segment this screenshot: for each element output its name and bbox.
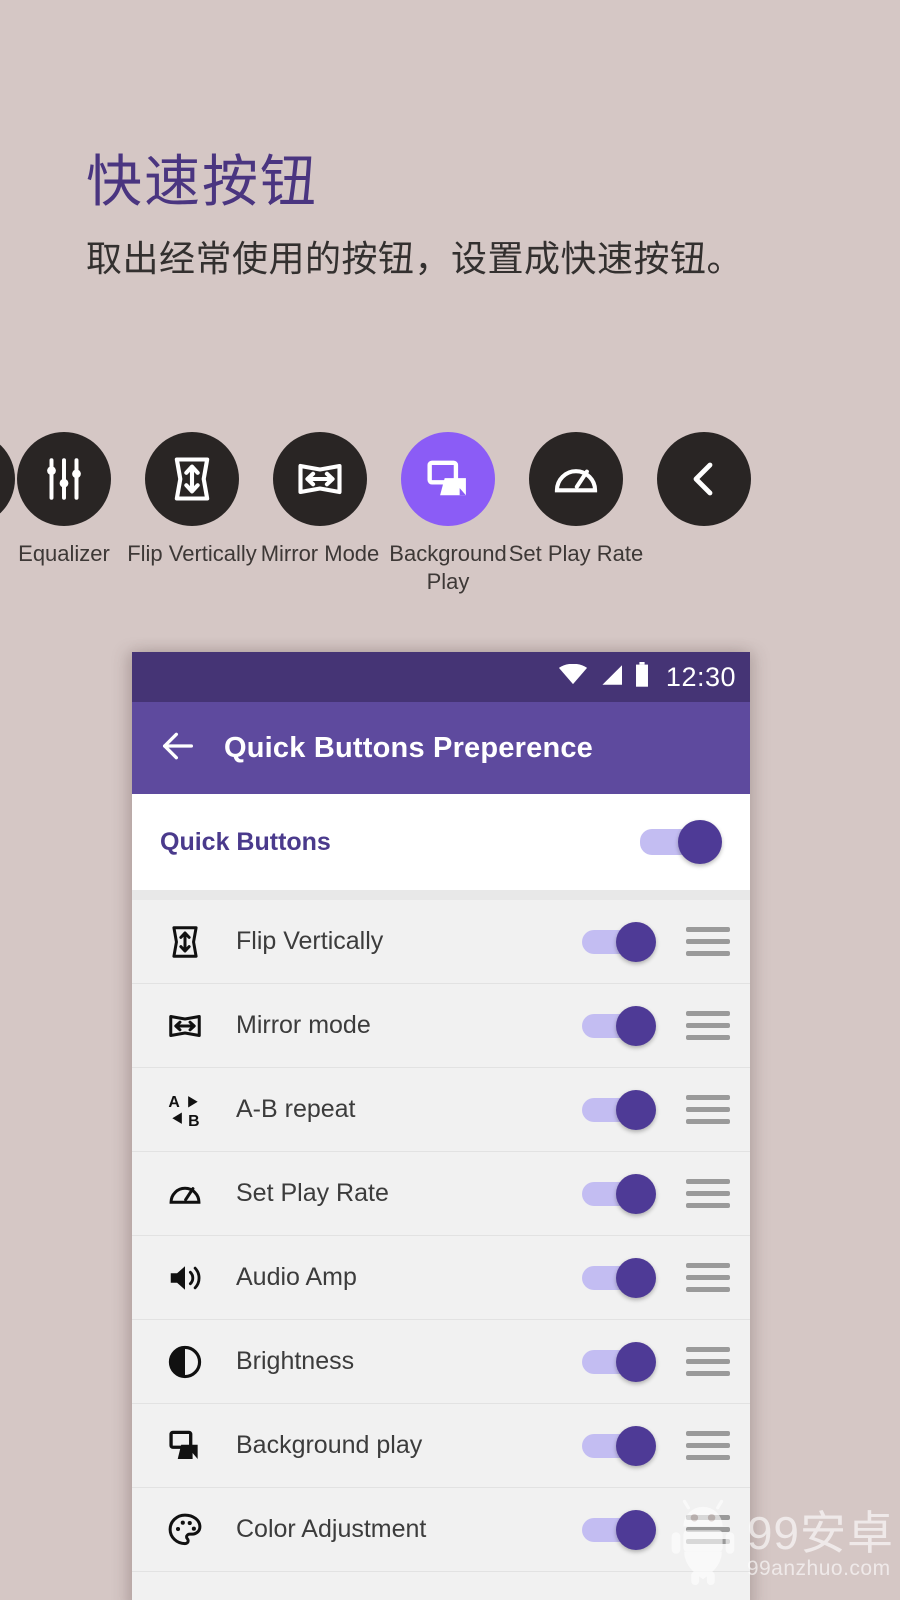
- quick-icon-label: Set Play Rate: [508, 541, 644, 566]
- table-row[interactable]: A B A-B repeat: [132, 1068, 750, 1152]
- flip-vertically-icon: [160, 923, 210, 961]
- toggle-thumb: [616, 1173, 656, 1214]
- phone-screenshot: 12:30 Quick Buttons Preperence Quick But…: [132, 652, 750, 1600]
- toggle-thumb: [616, 1509, 656, 1550]
- background-play-icon: [401, 432, 495, 526]
- row-label: Flip Vertically: [236, 927, 384, 955]
- drag-handle-icon[interactable]: [686, 927, 730, 956]
- quick-icon-strip: ner Equalizer: [0, 432, 900, 602]
- row-toggle[interactable]: [582, 1257, 658, 1298]
- svg-text:A: A: [168, 1093, 180, 1110]
- row-toggle[interactable]: [582, 921, 658, 962]
- color-adjustment-icon: [160, 1511, 210, 1549]
- watermark-title: 99安卓: [746, 1506, 894, 1559]
- svg-text:B: B: [188, 1112, 199, 1128]
- background-play-icon: [160, 1427, 210, 1465]
- toggle-thumb: [616, 1257, 656, 1298]
- screenshot-root: 快速按钮 取出经常使用的按钮，设置成快速按钮。 ner Equal: [0, 0, 900, 1600]
- quick-icon-label: Equalizer: [18, 541, 110, 566]
- row-label: A-B repeat: [236, 1095, 356, 1123]
- row-toggle[interactable]: [582, 1173, 658, 1214]
- flip-vertically-icon: [145, 432, 239, 526]
- table-row[interactable]: Audio Amp: [132, 1236, 750, 1320]
- back-arrow-icon: [158, 726, 198, 771]
- page-title: 快速按钮: [86, 150, 318, 213]
- quick-icon-label: Background Play: [389, 541, 507, 594]
- row-toggle[interactable]: [582, 1509, 658, 1550]
- app-bar-title: Quick Buttons Preperence: [224, 731, 594, 764]
- mirror-mode-icon: [160, 1007, 210, 1045]
- watermark-text: 99安卓 99anzhuo.com: [747, 1509, 894, 1581]
- set-play-rate-icon: [529, 432, 623, 526]
- toggle-thumb: [616, 1341, 656, 1382]
- table-row[interactable]: Flip Vertically: [132, 900, 750, 984]
- table-row[interactable]: Mirror mode: [132, 984, 750, 1068]
- quick-buttons-master-row[interactable]: Quick Buttons: [132, 794, 750, 890]
- status-bar-time: 12:30: [665, 661, 736, 692]
- android-robot-icon: [667, 1499, 739, 1590]
- row-label: Color Adjustment: [236, 1515, 427, 1543]
- row-label: Background play: [236, 1431, 423, 1459]
- quick-buttons-master-toggle[interactable]: [640, 820, 724, 864]
- row-label: Set Play Rate: [236, 1179, 389, 1207]
- drag-handle-icon[interactable]: [686, 1011, 730, 1040]
- brightness-icon: [160, 1343, 210, 1381]
- quick-icon-mirror-mode[interactable]: Mirror Mode: [256, 432, 384, 568]
- row-label: Brightness: [236, 1347, 355, 1375]
- drag-handle-icon[interactable]: [686, 1263, 730, 1292]
- toggle-thumb: [616, 1089, 656, 1130]
- signal-icon: [598, 664, 624, 691]
- quick-icon-label: Mirror Mode: [260, 541, 380, 566]
- toggle-thumb: [616, 921, 656, 962]
- set-play-rate-icon: [160, 1175, 210, 1213]
- list-divider: [132, 890, 750, 900]
- row-label: Mirror mode: [236, 1011, 371, 1039]
- quick-buttons-master-label: Quick Buttons: [160, 827, 331, 856]
- app-bar: Quick Buttons Preperence: [132, 702, 750, 794]
- equalizer-icon: [17, 432, 111, 526]
- ab-repeat-icon: A B: [160, 1091, 210, 1128]
- drag-handle-icon[interactable]: [686, 1179, 730, 1208]
- toggle-thumb: [616, 1005, 656, 1046]
- back-button[interactable]: [132, 702, 224, 794]
- quick-icon-set-play-rate[interactable]: Set Play Rate: [509, 432, 643, 568]
- audio-amp-icon: [160, 1259, 210, 1297]
- table-row[interactable]: Color Adjustment: [132, 1488, 750, 1572]
- table-row[interactable]: Background play: [132, 1404, 750, 1488]
- row-label: Audio Amp: [236, 1263, 357, 1291]
- row-toggle[interactable]: [582, 1425, 658, 1466]
- drag-handle-icon[interactable]: [686, 1347, 730, 1376]
- wifi-icon: [558, 663, 588, 691]
- table-row[interactable]: Brightness: [132, 1320, 750, 1404]
- battery-icon: [634, 661, 650, 693]
- chevron-left-icon: [657, 432, 751, 526]
- table-row[interactable]: Set Play Rate: [132, 1152, 750, 1236]
- page-subtitle: 取出经常使用的按钮，设置成快速按钮。: [86, 238, 744, 279]
- quick-icon-background-play[interactable]: Background Play: [384, 432, 512, 596]
- row-toggle[interactable]: [582, 1341, 658, 1382]
- toggle-thumb: [616, 1425, 656, 1466]
- row-toggle[interactable]: [582, 1005, 658, 1046]
- drag-handle-icon[interactable]: [686, 1095, 730, 1124]
- watermark: 99安卓 99anzhuo.com: [667, 1499, 894, 1590]
- drag-handle-icon[interactable]: [686, 1431, 730, 1460]
- toggle-thumb: [678, 820, 722, 864]
- status-bar: 12:30: [132, 652, 750, 702]
- quick-icon-collapse[interactable]: [640, 432, 768, 540]
- quick-icon-flip-vertically[interactable]: Flip Vertically: [127, 432, 257, 568]
- row-toggle[interactable]: [582, 1089, 658, 1130]
- quick-icon-equalizer[interactable]: Equalizer: [0, 432, 128, 568]
- watermark-url: 99anzhuo.com: [746, 1556, 891, 1580]
- quick-icon-label: Flip Vertically: [127, 541, 257, 566]
- mirror-mode-icon: [273, 432, 367, 526]
